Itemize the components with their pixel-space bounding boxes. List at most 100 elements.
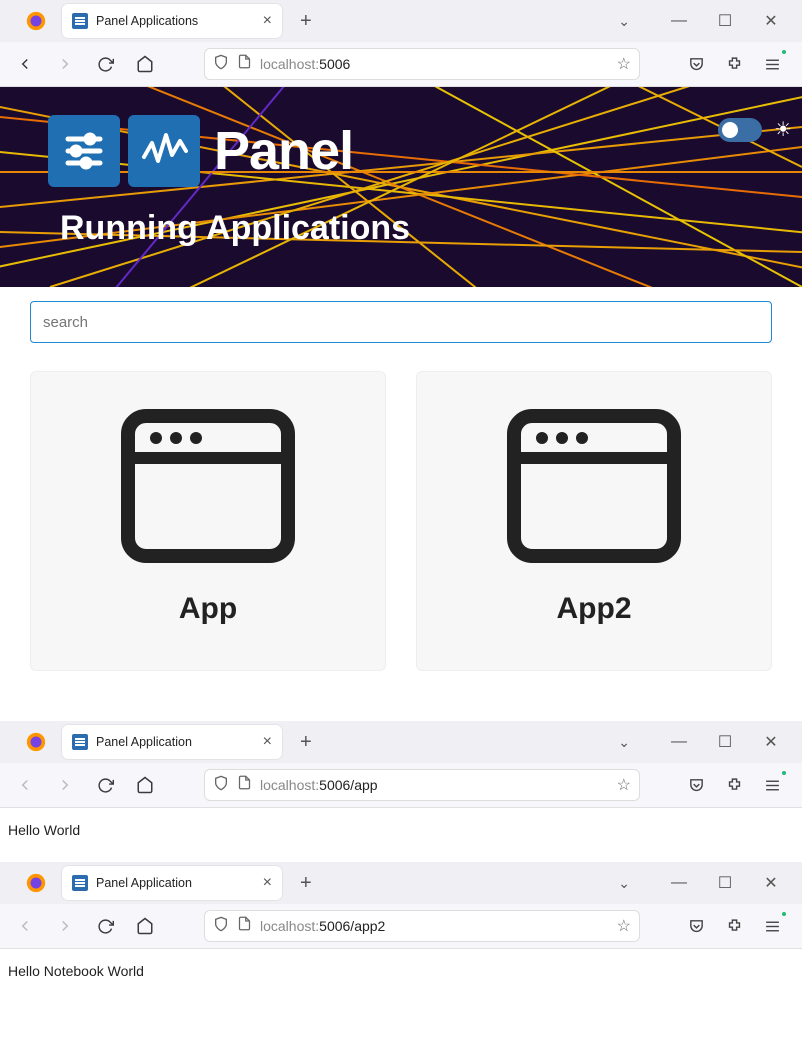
- bookmark-icon[interactable]: ☆: [617, 775, 631, 795]
- extensions-icon[interactable]: [720, 771, 748, 799]
- forward-button[interactable]: [50, 911, 80, 941]
- home-button[interactable]: [130, 911, 160, 941]
- titlebar: Panel Applications × + ⌄ — ☐ ✕: [0, 0, 802, 42]
- panel-logo: Panel: [48, 115, 754, 187]
- titlebar: Panel Application × + ⌄ — ☐ ✕: [0, 721, 802, 763]
- firefox-icon: [22, 728, 50, 756]
- page-content: Hello World: [0, 808, 802, 852]
- sun-icon: ☀: [774, 117, 792, 142]
- hero-title: Panel: [214, 120, 353, 182]
- forward-button[interactable]: [50, 770, 80, 800]
- toolbar: localhost:5006/app ☆: [0, 763, 802, 807]
- menu-icon[interactable]: [758, 912, 786, 940]
- close-window-icon[interactable]: ✕: [758, 873, 784, 893]
- dark-mode-toggle[interactable]: [718, 118, 762, 142]
- browser-tab[interactable]: Panel Applications ×: [62, 4, 282, 38]
- bookmark-icon[interactable]: ☆: [617, 916, 631, 936]
- titlebar: Panel Application × + ⌄ — ☐ ✕: [0, 862, 802, 904]
- app-cards: App App2: [30, 371, 772, 671]
- browser-tab[interactable]: Panel Application ×: [62, 725, 282, 759]
- shield-icon[interactable]: [213, 916, 229, 937]
- card-title: App2: [557, 592, 632, 626]
- firefox-icon: [22, 869, 50, 897]
- toolbar-right: [676, 771, 792, 799]
- new-tab-button[interactable]: +: [300, 731, 312, 754]
- close-tab-icon[interactable]: ×: [263, 733, 272, 751]
- close-tab-icon[interactable]: ×: [263, 874, 272, 892]
- forward-button[interactable]: [50, 49, 80, 79]
- search-input[interactable]: [30, 301, 772, 343]
- app-card[interactable]: App: [30, 371, 386, 671]
- menu-icon[interactable]: [758, 771, 786, 799]
- toolbar-right: [676, 50, 792, 78]
- extensions-icon[interactable]: [720, 912, 748, 940]
- url-bar[interactable]: localhost:5006/app2 ☆: [204, 910, 640, 942]
- minimize-icon[interactable]: —: [666, 874, 692, 892]
- sliders-icon: [48, 115, 120, 187]
- tab-favicon-icon: [72, 13, 88, 29]
- pocket-icon[interactable]: [682, 771, 710, 799]
- reload-button[interactable]: [90, 49, 120, 79]
- close-window-icon[interactable]: ✕: [758, 732, 784, 752]
- back-button[interactable]: [10, 770, 40, 800]
- toolbar-right: [676, 912, 792, 940]
- tab-favicon-icon: [72, 734, 88, 750]
- chart-icon: [128, 115, 200, 187]
- pocket-icon[interactable]: [682, 50, 710, 78]
- tab-title: Panel Application: [96, 735, 255, 749]
- hero-banner: Panel Running Applications ☀: [0, 87, 802, 287]
- browser-window-app: Panel Application × + ⌄ — ☐ ✕ localhost:…: [0, 721, 802, 808]
- card-title: App: [179, 592, 237, 626]
- tab-title: Panel Application: [96, 876, 255, 890]
- new-tab-button[interactable]: +: [300, 10, 312, 33]
- reload-button[interactable]: [90, 911, 120, 941]
- browser-window-app2: Panel Application × + ⌄ — ☐ ✕ localhost:…: [0, 862, 802, 949]
- toolbar: localhost:5006/app2 ☆: [0, 904, 802, 948]
- menu-icon[interactable]: [758, 50, 786, 78]
- close-tab-icon[interactable]: ×: [263, 12, 272, 30]
- url-text: localhost:5006/app: [260, 777, 609, 793]
- browser-tab[interactable]: Panel Application ×: [62, 866, 282, 900]
- close-window-icon[interactable]: ✕: [758, 11, 784, 31]
- site-info-icon[interactable]: [237, 775, 252, 795]
- window-controls: — ☐ ✕: [666, 873, 798, 893]
- page-body: App App2: [0, 287, 802, 685]
- back-button[interactable]: [10, 49, 40, 79]
- window-icon: [506, 408, 682, 564]
- site-info-icon[interactable]: [237, 54, 252, 74]
- home-button[interactable]: [130, 770, 160, 800]
- url-text: localhost:5006/app2: [260, 918, 609, 934]
- bookmark-icon[interactable]: ☆: [617, 54, 631, 74]
- url-bar[interactable]: localhost:5006/app ☆: [204, 769, 640, 801]
- tab-overview-icon[interactable]: ⌄: [618, 13, 630, 30]
- new-tab-button[interactable]: +: [300, 872, 312, 895]
- window-controls: — ☐ ✕: [666, 11, 798, 31]
- site-info-icon[interactable]: [237, 916, 252, 936]
- window-icon: [120, 408, 296, 564]
- hero-subtitle: Running Applications: [60, 209, 754, 248]
- tab-overview-icon[interactable]: ⌄: [618, 734, 630, 751]
- browser-window-main: Panel Applications × + ⌄ — ☐ ✕: [0, 0, 802, 87]
- shield-icon[interactable]: [213, 54, 229, 75]
- window-controls: — ☐ ✕: [666, 732, 798, 752]
- url-text: localhost:5006: [260, 56, 609, 72]
- shield-icon[interactable]: [213, 775, 229, 796]
- home-button[interactable]: [130, 49, 160, 79]
- minimize-icon[interactable]: —: [666, 733, 692, 751]
- url-bar[interactable]: localhost:5006 ☆: [204, 48, 640, 80]
- toolbar: localhost:5006 ☆: [0, 42, 802, 86]
- theme-toggle: ☀: [718, 117, 792, 142]
- tab-overview-icon[interactable]: ⌄: [618, 875, 630, 892]
- extensions-icon[interactable]: [720, 50, 748, 78]
- app-card[interactable]: App2: [416, 371, 772, 671]
- tab-favicon-icon: [72, 875, 88, 891]
- page-content: Hello Notebook World: [0, 949, 802, 993]
- maximize-icon[interactable]: ☐: [712, 873, 738, 893]
- tab-title: Panel Applications: [96, 14, 255, 28]
- pocket-icon[interactable]: [682, 912, 710, 940]
- minimize-icon[interactable]: —: [666, 12, 692, 30]
- reload-button[interactable]: [90, 770, 120, 800]
- maximize-icon[interactable]: ☐: [712, 732, 738, 752]
- maximize-icon[interactable]: ☐: [712, 11, 738, 31]
- back-button[interactable]: [10, 911, 40, 941]
